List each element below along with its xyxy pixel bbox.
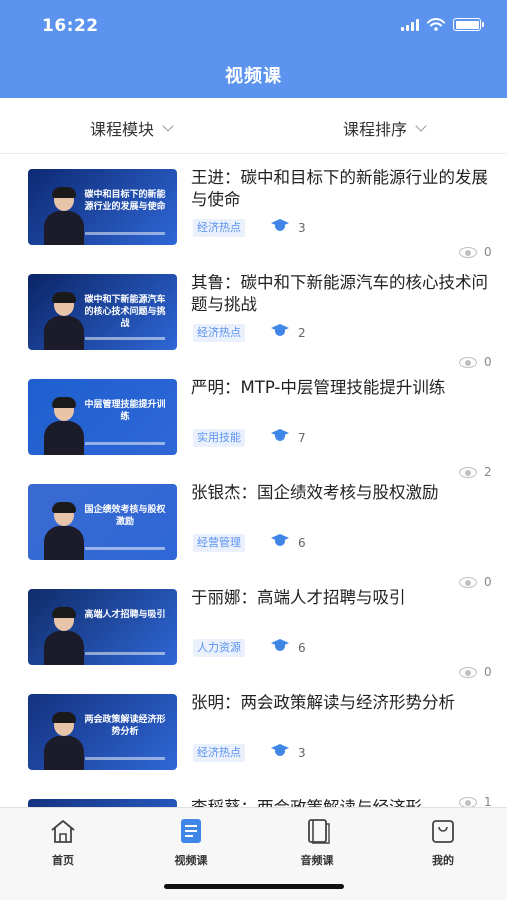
course-title: 李稻葵：两会政策解读与经济形: [191, 797, 489, 807]
category-tag: 经济热点: [193, 744, 245, 762]
graduation-cap-icon: [271, 744, 289, 758]
lecturer-photo: [42, 712, 86, 770]
lecturer-photo: [42, 607, 86, 665]
lecturer-photo: [42, 502, 86, 560]
course-module-label: 课程模块: [90, 120, 155, 139]
status-time: 16:22: [42, 16, 99, 36]
course-title: 严明：MTP-中层管理技能提升训练: [191, 378, 446, 397]
course-module-filter[interactable]: 课程模块: [90, 116, 174, 140]
status-icons: [401, 18, 484, 31]
lecturer-photo: [42, 187, 86, 245]
graduation-cap-icon: [271, 219, 289, 233]
tab-home-label: 首页: [52, 854, 74, 867]
eye-icon: [459, 667, 477, 678]
learner-count: 6: [298, 536, 306, 550]
course-item[interactable]: 碳中和下新能源汽车的核心技术问题与挑战 其鲁：碳中和下新能源汽车的核心技术问题与挑…: [0, 260, 507, 369]
category-tag: 经济热点: [193, 324, 245, 342]
course-item[interactable]: 两会政策解读经济形势分析 张明：两会政策解读与经济形势分析 经济热点 3 1: [0, 680, 507, 807]
battery-icon: [453, 18, 484, 31]
course-item[interactable]: 国企绩效考核与股权激励 张银杰：国企绩效考核与股权激励 经营管理 6 0: [0, 470, 507, 589]
book-icon: [308, 819, 330, 844]
learner-count: 3: [298, 746, 306, 760]
course-item[interactable]: 碳中和目标下的新能源行业的发展与使命 王进：碳中和目标下的新能源行业的发展与使命经…: [0, 155, 507, 260]
signal-icon: [401, 18, 419, 31]
course-title: 张银杰：国企绩效考核与股权激励: [191, 483, 439, 502]
course-thumbnail: 高端人才招聘与吸引: [28, 589, 177, 665]
tab-video-label: 视频课: [174, 854, 208, 867]
tab-audio-label: 音频课: [300, 854, 334, 867]
graduation-cap-icon: [271, 639, 289, 653]
learner-count: 6: [298, 641, 306, 655]
thumbnail-caption: 碳中和目标下的新能源行业的发展与使命: [84, 190, 166, 212]
home-icon: [51, 820, 75, 843]
course-item[interactable]: 中层管理技能提升训练 严明：MTP-中层管理技能提升训练 实用技能 7 2: [0, 365, 507, 479]
course-thumbnail: [28, 799, 177, 807]
chevron-down-icon: [162, 119, 174, 132]
app-header: 16:22 视频课: [0, 0, 507, 98]
category-tag: 实用技能: [193, 429, 245, 447]
eye-icon: [459, 247, 477, 258]
tab-video[interactable]: 视频课: [151, 818, 231, 868]
wifi-icon: [427, 18, 445, 31]
learner-count: 7: [298, 431, 306, 445]
lecturer-photo: [42, 397, 86, 455]
lecturer-photo: [42, 292, 86, 350]
course-thumbnail: 中层管理技能提升训练: [28, 379, 177, 455]
tab-mine[interactable]: 我的: [403, 818, 483, 868]
graduation-cap-icon: [271, 534, 289, 548]
course-item[interactable]: 高端人才招聘与吸引 于丽娜：高端人才招聘与吸引 人力资源 6 0: [0, 575, 507, 680]
chevron-down-icon: [415, 119, 427, 132]
course-thumbnail: 国企绩效考核与股权激励: [28, 484, 177, 560]
course-title: 张明：两会政策解读与经济形势分析: [191, 693, 455, 712]
bag-icon: [432, 820, 454, 843]
category-tag: 人力资源: [193, 639, 245, 657]
view-count: 0: [484, 245, 492, 259]
course-sort-label: 课程排序: [343, 120, 408, 139]
home-indicator: [164, 884, 344, 889]
thumbnail-caption: 中层管理技能提升训练: [84, 400, 166, 422]
course-title: 其鲁：碳中和下新能源汽车的核心技术问题与挑战: [191, 273, 488, 314]
thumbnail-caption: 两会政策解读经济形势分析: [84, 715, 166, 737]
category-tag: 经济热点: [193, 219, 245, 237]
view-count: 0: [484, 665, 492, 679]
tab-mine-label: 我的: [432, 854, 454, 867]
learner-count: 2: [298, 326, 306, 340]
course-title: 王进：碳中和目标下的新能源行业的发展与使命: [191, 168, 488, 209]
learner-count: 3: [298, 221, 306, 235]
graduation-cap-icon: [271, 429, 289, 443]
course-thumbnail: 碳中和目标下的新能源行业的发展与使命: [28, 169, 177, 245]
course-thumbnail: 两会政策解读经济形势分析: [28, 694, 177, 770]
tab-home[interactable]: 首页: [23, 818, 103, 868]
video-doc-icon: [181, 819, 201, 843]
thumbnail-caption: 碳中和下新能源汽车的核心技术问题与挑战: [84, 295, 166, 329]
thumbnail-caption: 高端人才招聘与吸引: [84, 610, 166, 620]
course-thumbnail: 碳中和下新能源汽车的核心技术问题与挑战: [28, 274, 177, 350]
category-tag: 经营管理: [193, 534, 245, 552]
course-sort-filter[interactable]: 课程排序: [343, 116, 427, 140]
course-title: 于丽娜：高端人才招聘与吸引: [191, 588, 406, 607]
course-list: 碳中和目标下的新能源行业的发展与使命 王进：碳中和目标下的新能源行业的发展与使命经…: [0, 155, 507, 807]
tab-audio[interactable]: 音频课: [277, 818, 357, 868]
page-title: 视频课: [225, 66, 282, 87]
course-item[interactable]: 李稻葵：两会政策解读与经济形: [0, 785, 507, 807]
filter-bar: 课程模块 课程排序: [0, 98, 507, 154]
thumbnail-caption: 国企绩效考核与股权激励: [84, 505, 166, 527]
graduation-cap-icon: [271, 324, 289, 338]
